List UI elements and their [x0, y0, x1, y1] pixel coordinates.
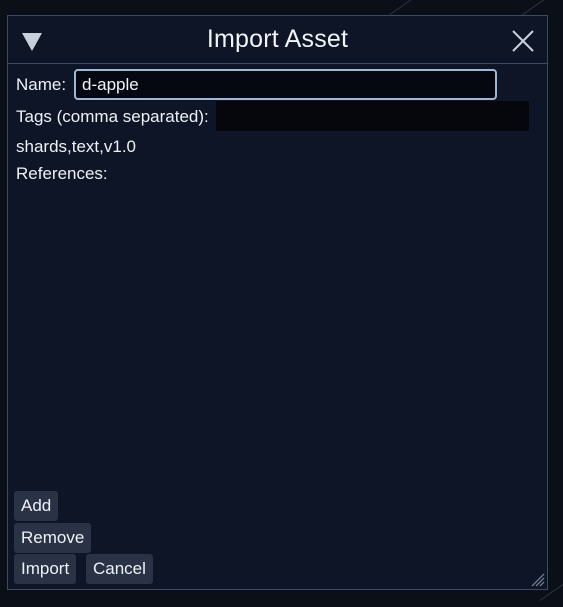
- tags-input[interactable]: [216, 101, 529, 131]
- resize-grip-icon[interactable]: [529, 571, 545, 587]
- dialog-titlebar[interactable]: Import Asset: [8, 16, 547, 64]
- close-icon[interactable]: [511, 29, 535, 53]
- tags-text: shards,text,v1.0: [16, 137, 137, 156]
- name-input[interactable]: [74, 69, 497, 100]
- add-button[interactable]: Add: [14, 491, 59, 521]
- background-line: [389, 0, 424, 15]
- references-label: References:: [16, 164, 108, 183]
- import-button[interactable]: Import: [14, 554, 77, 584]
- dialog-title: Import Asset: [206, 25, 349, 53]
- remove-button[interactable]: Remove: [14, 523, 92, 553]
- tags-label: Tags (comma separated):: [16, 107, 209, 126]
- import-asset-dialog: Import Asset Name: Tags (comma separated…: [7, 15, 548, 590]
- name-label: Name:: [16, 75, 67, 94]
- cancel-button[interactable]: Cancel: [86, 554, 153, 584]
